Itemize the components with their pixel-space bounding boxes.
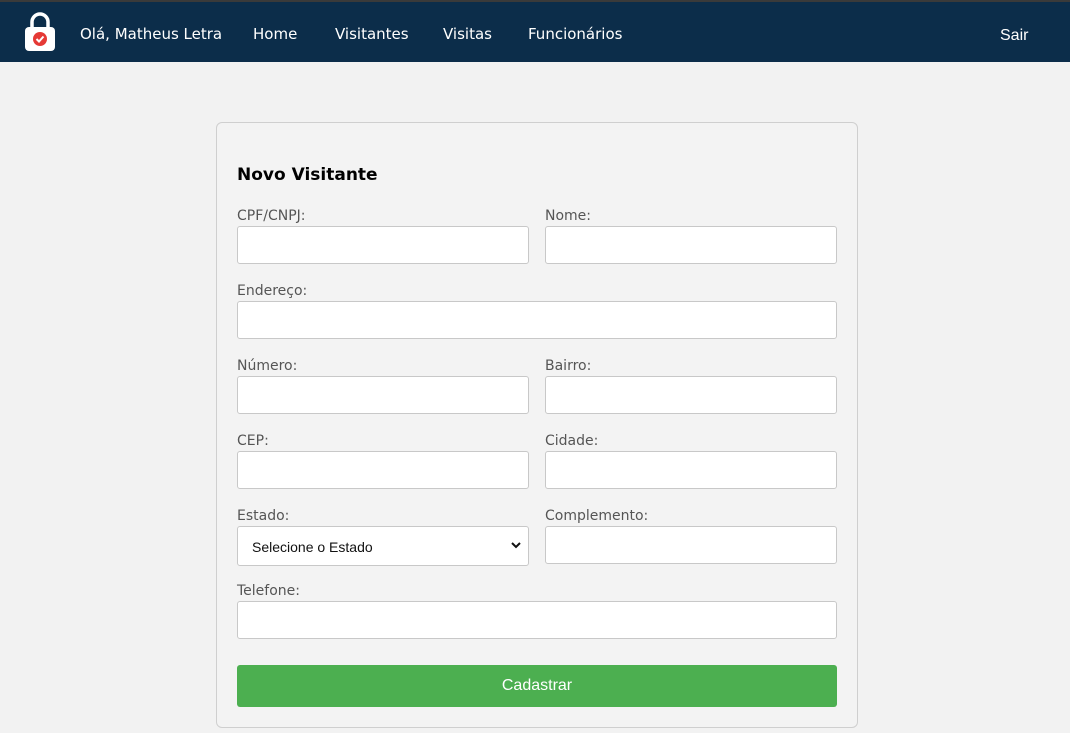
cidade-input[interactable] bbox=[545, 451, 837, 489]
estado-selected-value: Selecione o Estado bbox=[252, 539, 373, 555]
endereco-label: Endereço: bbox=[237, 283, 308, 299]
numero-input[interactable] bbox=[237, 376, 529, 414]
user-greeting: Olá, Matheus Letra bbox=[80, 25, 223, 43]
padlock-check-icon[interactable] bbox=[24, 12, 56, 52]
numero-label: Número: bbox=[237, 358, 298, 374]
nome-input[interactable] bbox=[545, 226, 837, 264]
logout-link[interactable]: Sair bbox=[1000, 27, 1028, 45]
telefone-input[interactable] bbox=[237, 601, 837, 639]
nav-visitas[interactable]: Visitas bbox=[443, 25, 492, 43]
nav-funcionarios[interactable]: Funcionários bbox=[528, 25, 622, 43]
form-title: Novo Visitante bbox=[237, 165, 378, 185]
nome-label: Nome: bbox=[545, 208, 592, 224]
endereco-input[interactable] bbox=[237, 301, 837, 339]
new-visitor-form: Novo Visitante CPF/CNPJ: Nome: Endereço:… bbox=[216, 122, 858, 728]
cep-label: CEP: bbox=[237, 433, 269, 449]
estado-label: Estado: bbox=[237, 508, 290, 524]
nav-visitantes[interactable]: Visitantes bbox=[335, 25, 409, 43]
cidade-label: Cidade: bbox=[545, 433, 599, 449]
complemento-input[interactable] bbox=[545, 526, 837, 564]
bairro-label: Bairro: bbox=[545, 358, 592, 374]
complemento-label: Complemento: bbox=[545, 508, 649, 524]
navbar: Olá, Matheus Letra Home Visitantes Visit… bbox=[0, 2, 1070, 62]
chevron-down-icon bbox=[511, 542, 521, 549]
nav-home[interactable]: Home bbox=[253, 25, 297, 43]
cpf-label: CPF/CNPJ: bbox=[237, 208, 306, 224]
bairro-input[interactable] bbox=[545, 376, 837, 414]
estado-select[interactable]: Selecione o Estado bbox=[237, 526, 529, 566]
telefone-label: Telefone: bbox=[237, 583, 300, 599]
cpf-input[interactable] bbox=[237, 226, 529, 264]
cep-input[interactable] bbox=[237, 451, 529, 489]
cadastrar-button[interactable]: Cadastrar bbox=[237, 665, 837, 707]
